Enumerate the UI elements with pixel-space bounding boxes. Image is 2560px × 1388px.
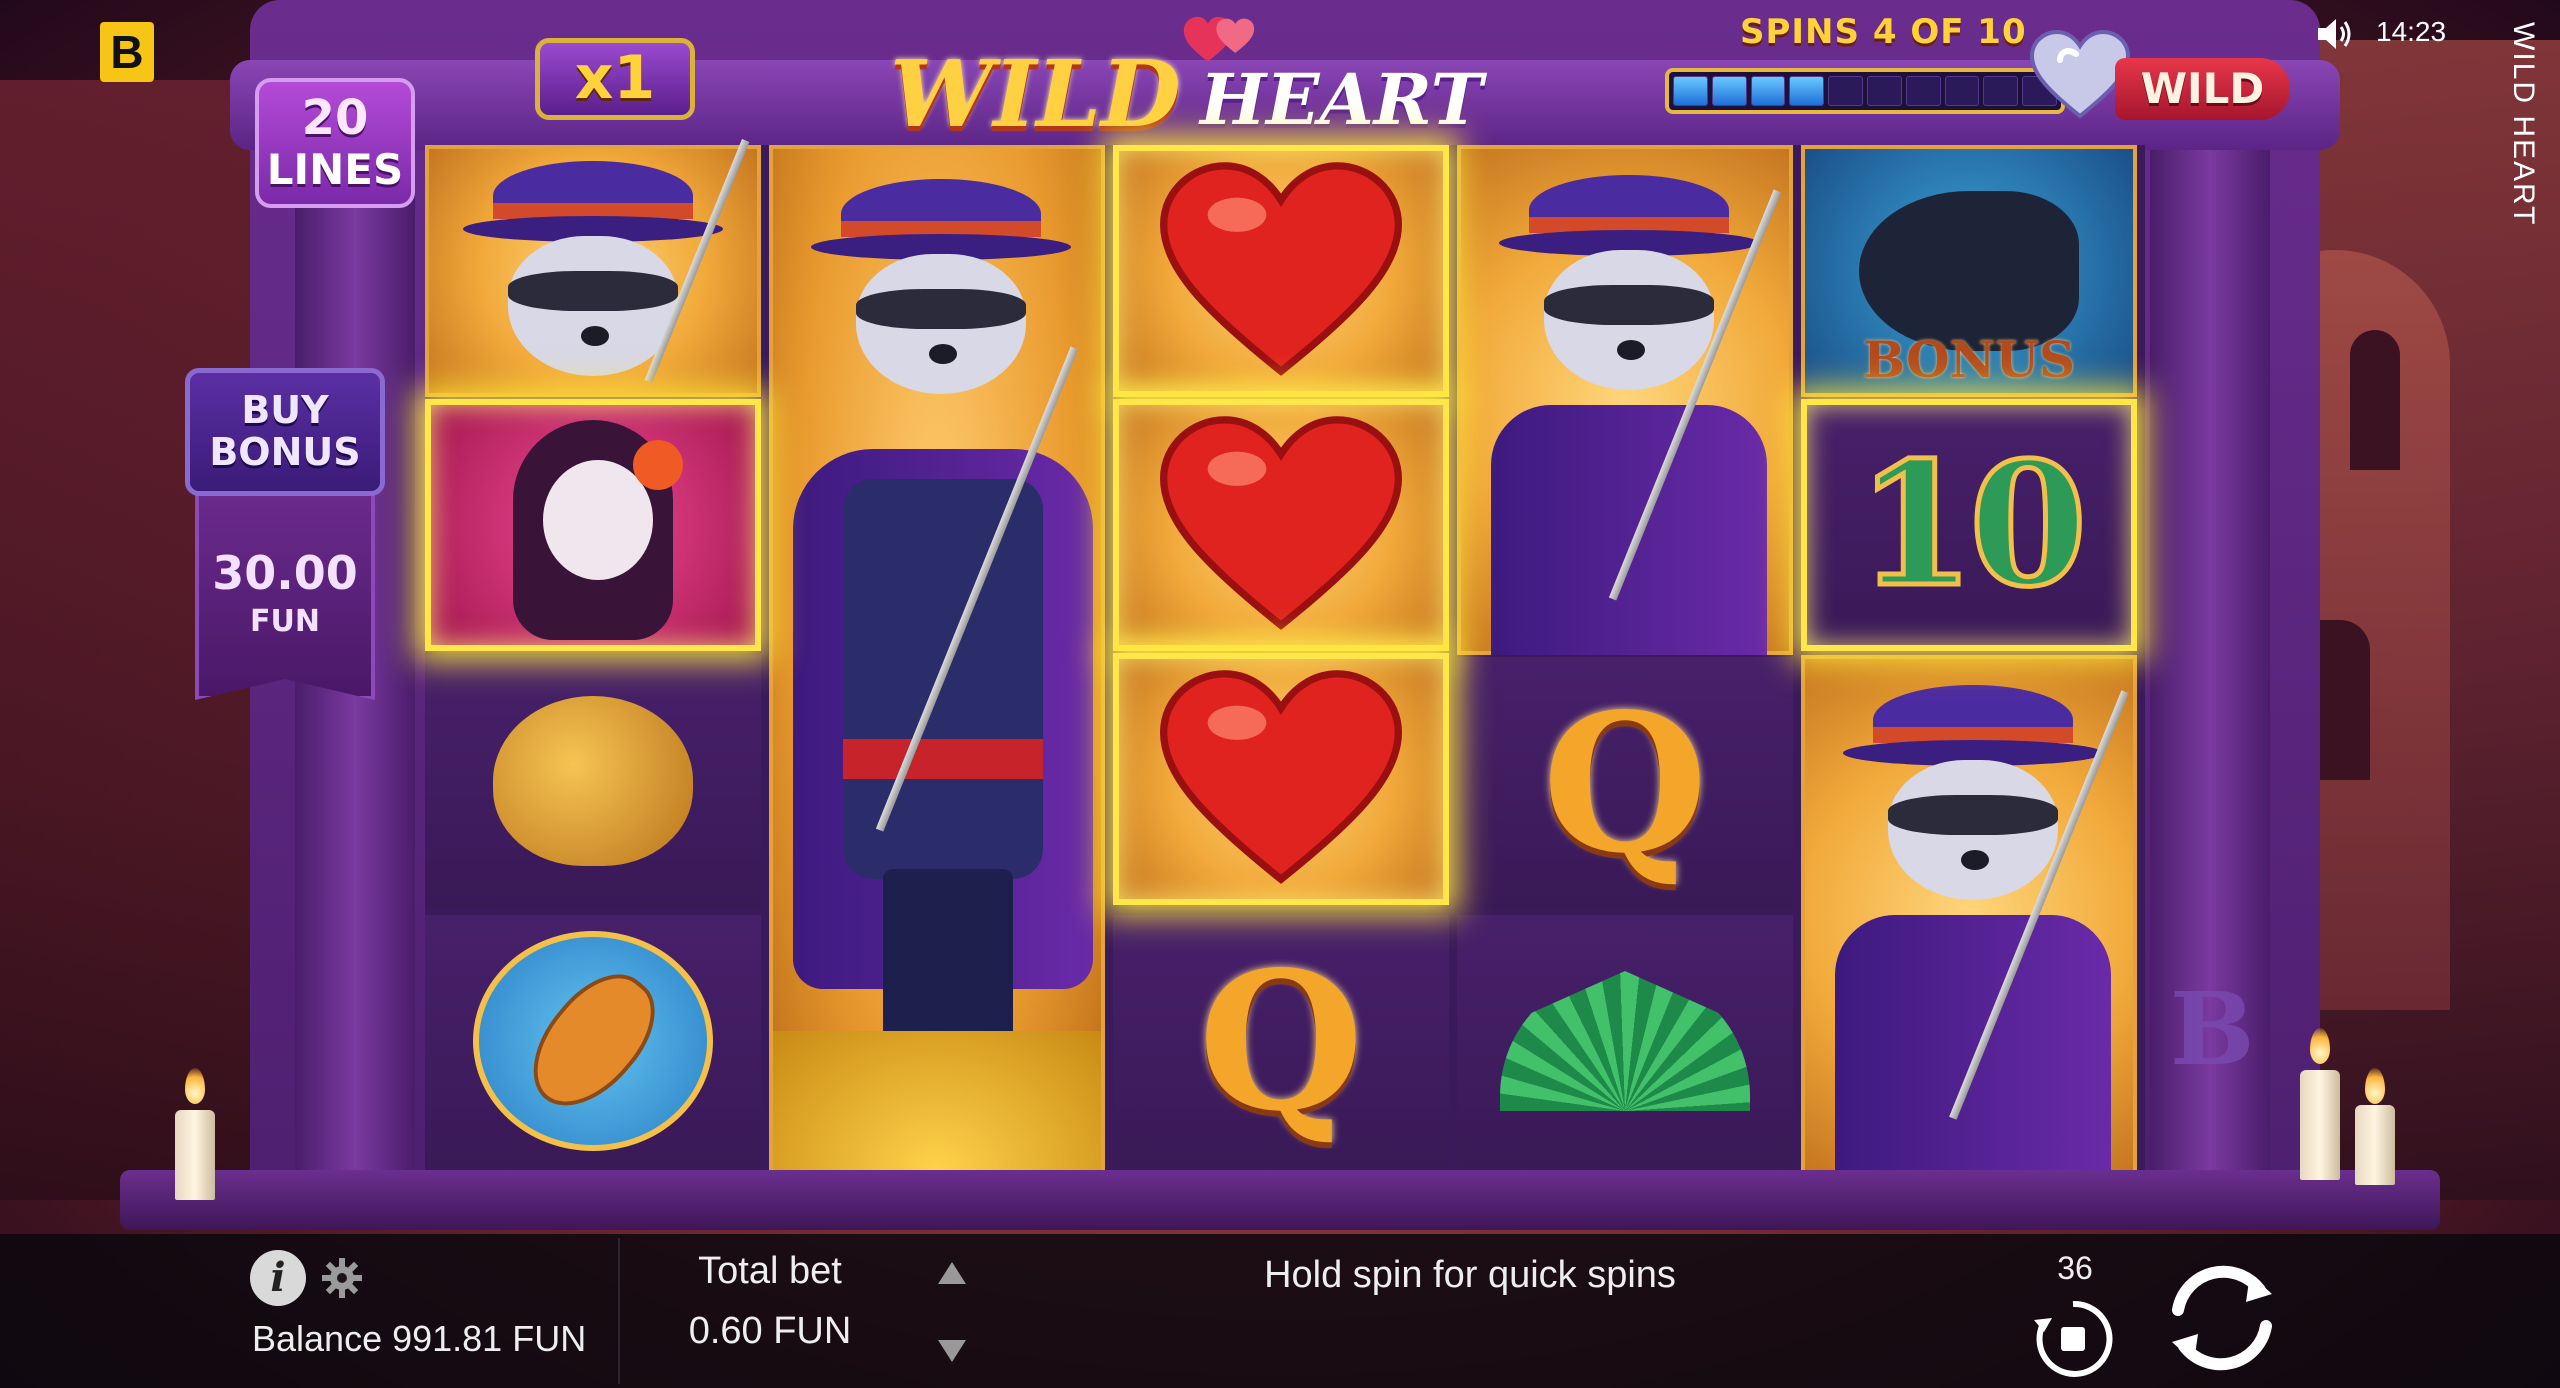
candle	[175, 1110, 215, 1200]
reels-grid: Q Q BONUS 10	[425, 138, 2145, 1175]
buy-bonus-label-2: BONUS	[209, 430, 361, 474]
autospin-stop-button[interactable]	[2030, 1296, 2116, 1382]
candle-flame	[2310, 1028, 2330, 1064]
info-icon[interactable]: i	[250, 1250, 306, 1306]
free-spins-progress	[1665, 68, 2065, 114]
symbol-raccoon-tall	[769, 145, 1105, 1175]
progress-segment	[1789, 76, 1825, 106]
brand-logo: B	[100, 22, 154, 82]
free-spins-counter: SPINS 4 OF 10	[1740, 12, 2027, 52]
symbol-raccoon	[1457, 145, 1793, 655]
lady-icon	[493, 410, 693, 640]
progress-segment	[1905, 76, 1941, 106]
symbol-gold-bag	[425, 655, 761, 907]
title-heart-text: HEART	[1200, 58, 1483, 141]
total-bet-label: Total bet	[698, 1250, 842, 1292]
candle-flame	[2365, 1068, 2385, 1104]
reel-4: Q	[1457, 145, 1793, 1175]
fan-icon	[1500, 971, 1750, 1111]
symbol-q: Q	[1457, 657, 1793, 909]
progress-segment	[1673, 76, 1708, 106]
paylines-label: LINES	[266, 145, 404, 194]
progress-segment	[1983, 76, 2019, 106]
symbol-lady	[425, 399, 761, 651]
symbol-raccoon	[1801, 655, 2137, 1175]
buy-bonus-amount: 30.00	[212, 546, 358, 600]
title-wild-text: WILD	[890, 40, 1181, 148]
symbol-fan	[1457, 915, 1793, 1167]
symbol-guitar	[425, 915, 761, 1167]
bet-increase-icon[interactable]	[938, 1262, 966, 1284]
progress-segment	[1711, 76, 1747, 106]
progress-segment	[1866, 76, 1902, 106]
progress-segment	[1828, 76, 1863, 106]
bonus-label: BONUS	[1862, 330, 2076, 389]
gold-coins-icon	[773, 1031, 1101, 1171]
candle	[2300, 1070, 2340, 1180]
multiplier-badge: x1	[535, 38, 695, 120]
buy-bonus-button[interactable]: BUY BONUS	[185, 368, 385, 496]
raccoon-icon	[1489, 165, 1769, 405]
reel-2	[769, 145, 1105, 1175]
bet-decrease-icon[interactable]	[938, 1340, 966, 1362]
raccoon-icon	[453, 138, 750, 391]
buy-bonus-price[interactable]: 30.00 FUN	[195, 490, 375, 700]
heart-icon	[1159, 416, 1403, 630]
wild-tag: WILD	[2115, 58, 2290, 120]
raccoon-icon	[801, 169, 1081, 409]
reel-1	[425, 138, 761, 1175]
symbol-heart	[1113, 653, 1449, 905]
symbol-raccoon	[425, 138, 761, 397]
side-game-title: WILD HEART	[2507, 22, 2540, 227]
symbol-horse-bonus: BONUS	[1801, 145, 2137, 397]
guitar-icon	[473, 931, 713, 1151]
progress-segment	[1750, 76, 1786, 106]
paylines-badge: 20 LINES	[255, 78, 415, 208]
total-bet-value: 0.60 FUN	[688, 1310, 852, 1352]
raccoon-icon	[1833, 675, 2113, 915]
paylines-count: 20	[301, 90, 369, 146]
heart-icon	[1159, 670, 1403, 884]
ten-symbol-text: 10	[1854, 423, 2090, 628]
symbol-q: Q	[1113, 915, 1449, 1167]
spin-button[interactable]	[2154, 1250, 2290, 1386]
symbol-ten: 10	[1801, 399, 2137, 651]
clock: 14:23	[2376, 16, 2447, 47]
symbol-heart	[1113, 399, 1449, 651]
background-window	[2350, 330, 2400, 470]
progress-segment	[1944, 76, 1980, 106]
brand-emblem: B	[2170, 970, 2255, 1088]
gear-icon[interactable]	[320, 1256, 364, 1300]
reel-3: Q	[1113, 145, 1449, 1175]
candle-flame	[185, 1068, 205, 1104]
autospin-count: 36	[2057, 1250, 2093, 1286]
heart-icon	[1159, 162, 1403, 376]
buy-bonus-label-1: BUY	[241, 388, 329, 432]
candle	[2355, 1105, 2395, 1185]
q-symbol-text: Q	[1542, 671, 1708, 895]
reel-base	[120, 1170, 2440, 1230]
gold-bag-icon	[493, 696, 693, 866]
sound-icon[interactable]	[2316, 16, 2356, 52]
quick-spin-hint: Hold spin for quick spins	[1264, 1254, 1676, 1296]
horse-icon	[1859, 191, 2079, 351]
symbol-heart	[1113, 145, 1449, 397]
balance-display: Balance 991.81 FUN	[252, 1318, 587, 1359]
game-title: WILD HEART	[880, 16, 1520, 150]
reel-5: BONUS 10	[1801, 145, 2137, 1175]
buy-bonus-currency: FUN	[250, 604, 320, 639]
q-symbol-text: Q	[1198, 929, 1364, 1153]
